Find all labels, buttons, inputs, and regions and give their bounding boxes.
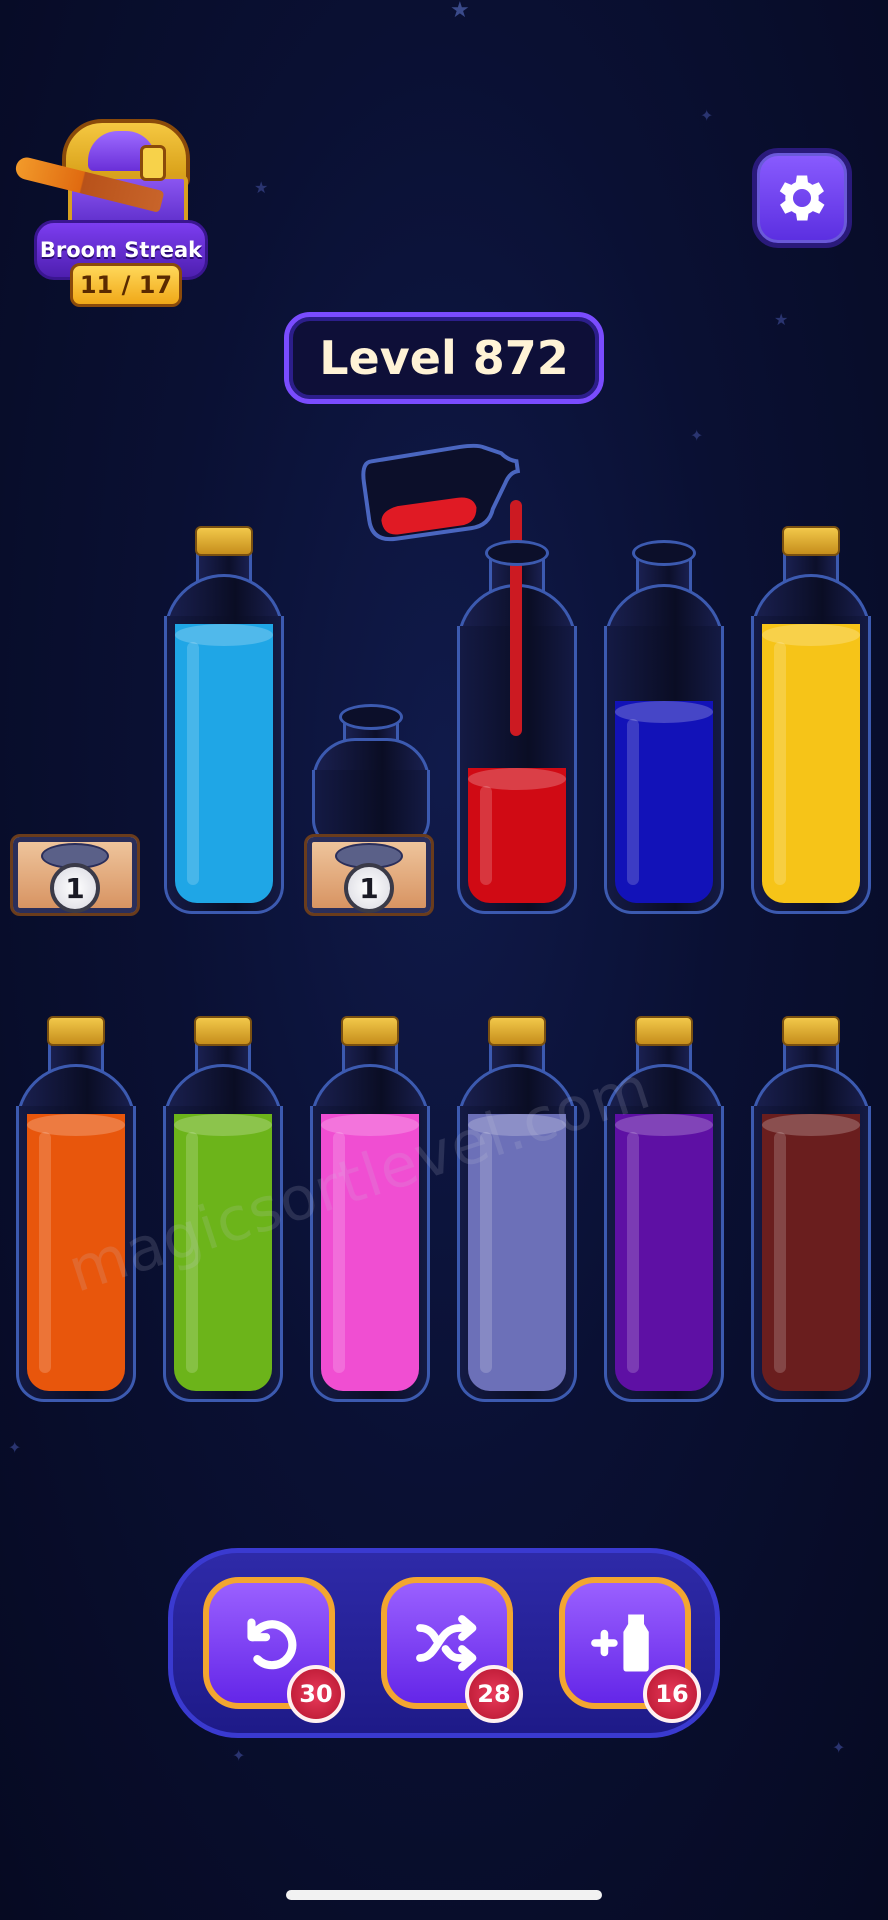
liquid-fill (762, 1114, 860, 1391)
chest-lock-icon (140, 145, 166, 181)
shuffle-count: 28 (477, 1680, 511, 1708)
undo-count: 30 (299, 1680, 333, 1708)
lock-count: 1 (359, 871, 379, 905)
add-bottle-count-badge: 16 (643, 1665, 701, 1723)
home-indicator[interactable] (286, 1890, 602, 1900)
cork-icon (635, 1016, 693, 1046)
shuffle-icon (416, 1615, 477, 1671)
booster-toolbar: 30 28 16 (168, 1548, 720, 1738)
liquid-fill (468, 768, 566, 903)
shuffle-count-badge: 28 (465, 1665, 523, 1723)
add-bottle-icon (591, 1614, 649, 1672)
bottle-opening (339, 704, 403, 730)
level-indicator: Level 872 (284, 312, 604, 404)
lock-count-badge: 1 (344, 863, 394, 913)
streak-title: Broom Streak (39, 238, 203, 262)
streak-progress-tag: 11 / 17 (70, 263, 182, 307)
liquid-fill (615, 1114, 713, 1391)
star-decoration: ★ (450, 0, 470, 23)
bottle[interactable] (164, 526, 284, 914)
bottle[interactable] (604, 536, 724, 914)
bottle-opening (485, 540, 549, 566)
broom-streak-badge[interactable]: Broom Streak 11 / 17 (10, 115, 208, 307)
star-decoration: ✦ (700, 106, 714, 125)
liquid-fill (175, 624, 273, 903)
undo-count-badge: 30 (287, 1665, 345, 1723)
liquid-fill (762, 624, 860, 903)
bottle[interactable] (312, 700, 430, 848)
bottle-opening (632, 540, 696, 566)
undo-button[interactable]: 30 (203, 1577, 345, 1723)
add-bottle-count: 16 (655, 1680, 689, 1708)
add-bottle-button[interactable]: 16 (559, 1577, 701, 1723)
locked-slot[interactable]: 1 (10, 834, 140, 916)
cork-icon (341, 1016, 399, 1046)
lock-count: 1 (65, 871, 85, 905)
cork-icon (194, 1016, 252, 1046)
gear-icon (779, 175, 825, 221)
bottle[interactable] (457, 1016, 577, 1402)
star-decoration: ✦ (690, 426, 704, 445)
cork-icon (488, 1016, 546, 1046)
star-decoration: ✦ (8, 1438, 22, 1457)
level-label: Level 872 (319, 331, 569, 385)
cork-icon (47, 1016, 105, 1046)
lock-count-badge: 1 (50, 863, 100, 913)
bottle[interactable] (16, 1016, 136, 1402)
shuffle-button[interactable]: 28 (381, 1577, 523, 1723)
locked-slot[interactable]: 1 (304, 834, 434, 916)
star-decoration: ✦ (832, 1738, 846, 1757)
streak-progress: 11 / 17 (79, 271, 173, 299)
liquid-fill (615, 701, 713, 903)
star-decoration: ✦ (232, 1746, 246, 1765)
settings-button[interactable] (752, 148, 852, 248)
bottle[interactable] (751, 1016, 871, 1402)
star-decoration: ★ (774, 310, 789, 329)
undo-icon (247, 1618, 297, 1670)
cork-icon (782, 1016, 840, 1046)
cork-icon (782, 526, 840, 556)
bottle[interactable] (751, 526, 871, 914)
cork-icon (195, 526, 253, 556)
star-decoration: ★ (254, 178, 269, 197)
